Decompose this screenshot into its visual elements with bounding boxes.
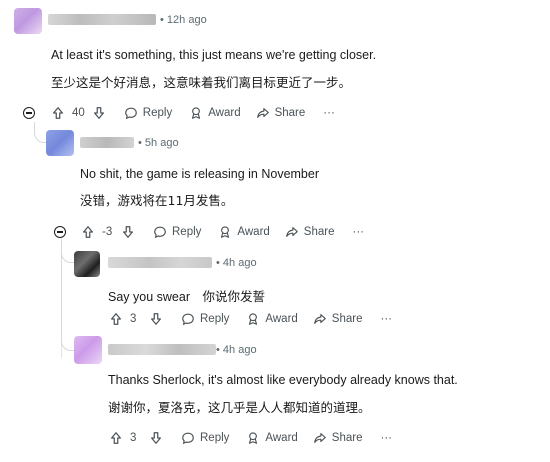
more-icon: ··· <box>380 432 392 444</box>
downvote-icon[interactable] <box>91 105 107 121</box>
collapse-thread-button[interactable] <box>23 107 35 119</box>
comment-meta: • 5h ago <box>138 137 179 149</box>
username-blurred[interactable] <box>108 344 216 355</box>
more-options-button[interactable]: ··· <box>380 432 392 444</box>
comment-text: Thanks Sherlock, it's almost like everyb… <box>108 373 458 387</box>
username-blurred[interactable] <box>108 257 212 268</box>
comment-translation: 没错，游戏将在11月发售。 <box>80 193 234 208</box>
separator-dot: • <box>138 137 142 149</box>
separator-dot: • <box>216 257 220 269</box>
downvote-icon[interactable] <box>148 430 164 446</box>
share-arrow-icon <box>312 311 328 327</box>
share-button[interactable]: Share <box>284 224 335 240</box>
reply-label: Reply <box>200 432 230 444</box>
reply-button[interactable]: Reply <box>180 311 229 327</box>
comment-text: No shit, the game is releasing in Novemb… <box>80 167 320 181</box>
reply-button[interactable]: Reply <box>152 224 201 240</box>
timestamp: 5h ago <box>144 137 179 149</box>
reply-label: Reply <box>200 313 230 325</box>
comment-translation: 谢谢你，夏洛克，这几乎是人人都知道的道理。 <box>108 400 371 415</box>
share-arrow-icon <box>284 224 300 240</box>
separator-dot: • <box>216 344 220 356</box>
username-blurred[interactable] <box>80 137 134 148</box>
reply-bubble-icon <box>152 224 168 240</box>
downvote-icon[interactable] <box>120 224 136 240</box>
share-button[interactable]: Share <box>255 105 306 121</box>
award-label: Award <box>265 313 298 325</box>
timestamp: 4h ago <box>222 344 257 356</box>
award-label: Award <box>237 226 270 238</box>
share-button[interactable]: Share <box>312 430 363 446</box>
upvote-icon[interactable] <box>80 224 96 240</box>
reply-label: Reply <box>142 107 173 119</box>
separator-dot: • <box>160 14 164 26</box>
comment-meta: • 12h ago <box>160 14 207 26</box>
share-label: Share <box>303 226 335 238</box>
avatar[interactable] <box>74 336 102 364</box>
more-icon: ··· <box>323 107 335 119</box>
vote-count: -3 <box>102 226 113 238</box>
award-button[interactable]: Award <box>245 430 298 446</box>
share-arrow-icon <box>312 430 328 446</box>
username-blurred[interactable] <box>48 14 156 25</box>
reply-button[interactable]: Reply <box>180 430 229 446</box>
reply-bubble-icon <box>123 105 139 121</box>
action-bar: 3 Reply Award Share ··· <box>108 309 392 329</box>
comment-text: At least it's something, this just means… <box>51 48 377 62</box>
vote-count: 3 <box>130 432 137 444</box>
downvote-icon[interactable] <box>148 311 164 327</box>
award-label: Award <box>208 107 241 119</box>
comment-translation: 至少这是个好消息，这意味着我们离目标更近了一步。 <box>51 75 352 90</box>
award-button[interactable]: Award <box>217 224 270 240</box>
comment-meta: • 4h ago <box>216 257 257 269</box>
more-options-button[interactable]: ··· <box>380 313 392 325</box>
comment-translation: 你说你发誓 <box>202 289 265 304</box>
share-label: Share <box>274 107 306 119</box>
vote-group: 3 <box>108 311 164 327</box>
share-arrow-icon <box>255 105 271 121</box>
award-icon <box>188 105 204 121</box>
comment-text-row: Say you swear 你说你发誓 <box>108 286 265 306</box>
more-icon: ··· <box>380 313 392 325</box>
upvote-icon[interactable] <box>108 311 124 327</box>
action-bar: -3 Reply Award Share ··· <box>80 222 364 242</box>
more-options-button[interactable]: ··· <box>323 107 335 119</box>
vote-count: 3 <box>130 313 137 325</box>
award-button[interactable]: Award <box>188 105 241 121</box>
more-icon: ··· <box>352 226 364 238</box>
avatar[interactable] <box>14 8 42 34</box>
vote-group: 40 <box>50 105 107 121</box>
timestamp: 4h ago <box>222 257 257 269</box>
share-label: Share <box>331 432 363 444</box>
reply-label: Reply <box>172 226 202 238</box>
timestamp: 12h ago <box>166 14 207 26</box>
share-button[interactable]: Share <box>312 311 363 327</box>
vote-group: 3 <box>108 430 164 446</box>
award-icon <box>245 430 261 446</box>
reply-button[interactable]: Reply <box>123 105 172 121</box>
vote-group: -3 <box>80 224 136 240</box>
award-icon <box>245 311 261 327</box>
upvote-icon[interactable] <box>50 105 66 121</box>
award-button[interactable]: Award <box>245 311 298 327</box>
reply-bubble-icon <box>180 311 196 327</box>
collapse-thread-button[interactable] <box>54 226 66 238</box>
award-icon <box>217 224 233 240</box>
more-options-button[interactable]: ··· <box>352 226 364 238</box>
upvote-icon[interactable] <box>108 430 124 446</box>
vote-count: 40 <box>72 107 85 119</box>
reply-bubble-icon <box>180 430 196 446</box>
avatar[interactable] <box>74 251 100 277</box>
avatar[interactable] <box>46 130 74 156</box>
comment-text: Say you swear <box>108 290 190 304</box>
award-label: Award <box>265 432 298 444</box>
action-bar: 40 Reply Award Share ··· <box>50 103 335 123</box>
share-label: Share <box>331 313 363 325</box>
comment-meta: • 4h ago <box>216 344 257 356</box>
action-bar: 3 Reply Award Share ··· <box>108 428 392 448</box>
